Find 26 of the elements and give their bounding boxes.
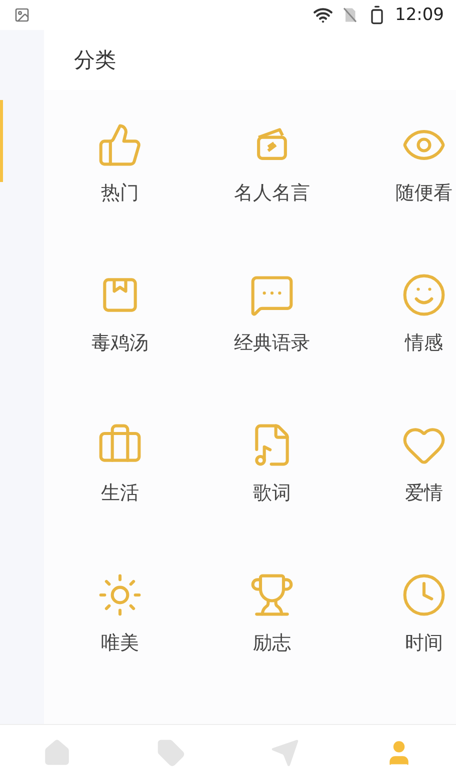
category-label[interactable]: 生活 <box>101 480 139 506</box>
category-label[interactable]: 情感 <box>405 330 443 356</box>
category-label[interactable]: 歌词 <box>253 480 291 506</box>
category-label[interactable]: 随便看 <box>396 180 452 206</box>
no-sim-icon <box>341 6 359 24</box>
section-title: 分类 <box>74 47 116 74</box>
sun-icon[interactable] <box>97 572 143 618</box>
wifi-icon <box>313 5 333 25</box>
category-label[interactable]: 名人名言 <box>234 180 310 206</box>
image-icon <box>14 7 30 23</box>
clock-icon[interactable] <box>401 572 447 618</box>
paper-plane-icon <box>270 738 300 768</box>
category-label[interactable]: 时间 <box>405 630 443 656</box>
smile-icon[interactable] <box>401 272 447 318</box>
category-label[interactable]: 经典语录 <box>234 330 310 356</box>
category-label[interactable]: 唯美 <box>101 630 139 656</box>
category-label[interactable]: 热门 <box>101 180 139 206</box>
trophy-icon[interactable] <box>249 572 295 618</box>
category-label[interactable]: 毒鸡汤 <box>92 330 148 356</box>
status-time: 12:09 <box>395 5 444 25</box>
tag-icon <box>156 738 186 768</box>
home-icon <box>42 738 72 768</box>
category-label[interactable]: 爱情 <box>405 480 443 506</box>
sidebar-indicator[interactable] <box>0 100 3 182</box>
thumbs-up-icon[interactable] <box>97 122 143 168</box>
category-label[interactable]: 励志 <box>253 630 291 656</box>
